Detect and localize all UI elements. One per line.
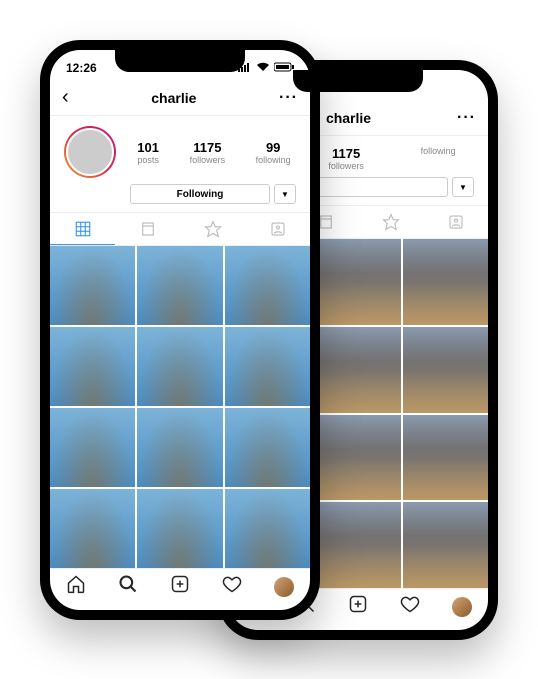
tab-feed[interactable] [115, 213, 180, 245]
status-time: 12:26 [66, 61, 97, 75]
wifi-icon [256, 61, 270, 75]
screen-front: 12:26 ‹ charlie ··· [50, 50, 310, 610]
grid-cell[interactable] [137, 327, 222, 406]
grid-cell[interactable] [315, 502, 400, 588]
profile-header: ‹ charlie ··· [50, 80, 310, 116]
photo-grid [50, 246, 310, 568]
action-row: Following ▼ [50, 184, 310, 212]
nav-activity[interactable] [222, 574, 242, 599]
nav-home[interactable] [66, 574, 86, 599]
avatar-icon [274, 577, 294, 597]
tab-saved[interactable] [358, 206, 423, 238]
following-button[interactable]: Following [130, 184, 270, 204]
grid-cell[interactable] [50, 327, 135, 406]
grid-cell[interactable] [137, 489, 222, 568]
grid-cell[interactable] [403, 502, 488, 588]
grid-cell[interactable] [315, 327, 400, 413]
profile-tabs [50, 212, 310, 246]
battery-icon [274, 61, 294, 75]
grid-cell[interactable] [403, 327, 488, 413]
nav-activity[interactable] [400, 594, 420, 619]
profile-avatar[interactable] [64, 126, 116, 178]
grid-cell[interactable] [315, 239, 400, 325]
more-options-button[interactable]: ··· [279, 89, 298, 107]
following-stat[interactable]: following [421, 146, 456, 171]
profile-stats-row: 101 posts 1175 followers 99 following [50, 116, 310, 184]
grid-cell[interactable] [225, 327, 310, 406]
nav-search[interactable] [118, 574, 138, 599]
nav-profile[interactable] [274, 577, 294, 597]
following-stat[interactable]: 99 following [256, 140, 291, 165]
followers-stat[interactable]: 1175 followers [328, 146, 364, 171]
grid-cell[interactable] [403, 415, 488, 501]
avatar-image [66, 128, 114, 176]
grid-cell[interactable] [225, 489, 310, 568]
posts-stat[interactable]: 101 posts [137, 140, 159, 165]
phone-mockup-front: 12:26 ‹ charlie ··· [40, 40, 320, 620]
grid-cell[interactable] [225, 246, 310, 325]
username-title: charlie [151, 90, 196, 106]
notch [293, 70, 423, 92]
tab-saved[interactable] [180, 213, 245, 245]
grid-cell[interactable] [315, 415, 400, 501]
following-button[interactable] [308, 177, 448, 197]
grid-cell[interactable] [50, 246, 135, 325]
tab-tagged[interactable] [245, 213, 310, 245]
nav-add[interactable] [170, 574, 190, 599]
dropdown-button[interactable]: ▼ [452, 177, 474, 197]
grid-cell[interactable] [50, 408, 135, 487]
grid-cell[interactable] [50, 489, 135, 568]
back-button[interactable]: ‹ [62, 86, 69, 109]
followers-stat[interactable]: 1175 followers [190, 140, 226, 165]
dropdown-button[interactable]: ▼ [274, 184, 296, 204]
grid-cell[interactable] [403, 239, 488, 325]
more-options-button[interactable]: ··· [457, 109, 476, 127]
grid-cell[interactable] [137, 246, 222, 325]
bottom-nav [50, 568, 310, 610]
nav-add[interactable] [348, 594, 368, 619]
avatar-icon [452, 597, 472, 617]
grid-cell[interactable] [225, 408, 310, 487]
tab-grid[interactable] [50, 213, 115, 245]
nav-profile[interactable] [452, 597, 472, 617]
username-title: charlie [326, 110, 371, 126]
grid-cell[interactable] [137, 408, 222, 487]
tab-tagged[interactable] [423, 206, 488, 238]
notch [115, 50, 245, 72]
